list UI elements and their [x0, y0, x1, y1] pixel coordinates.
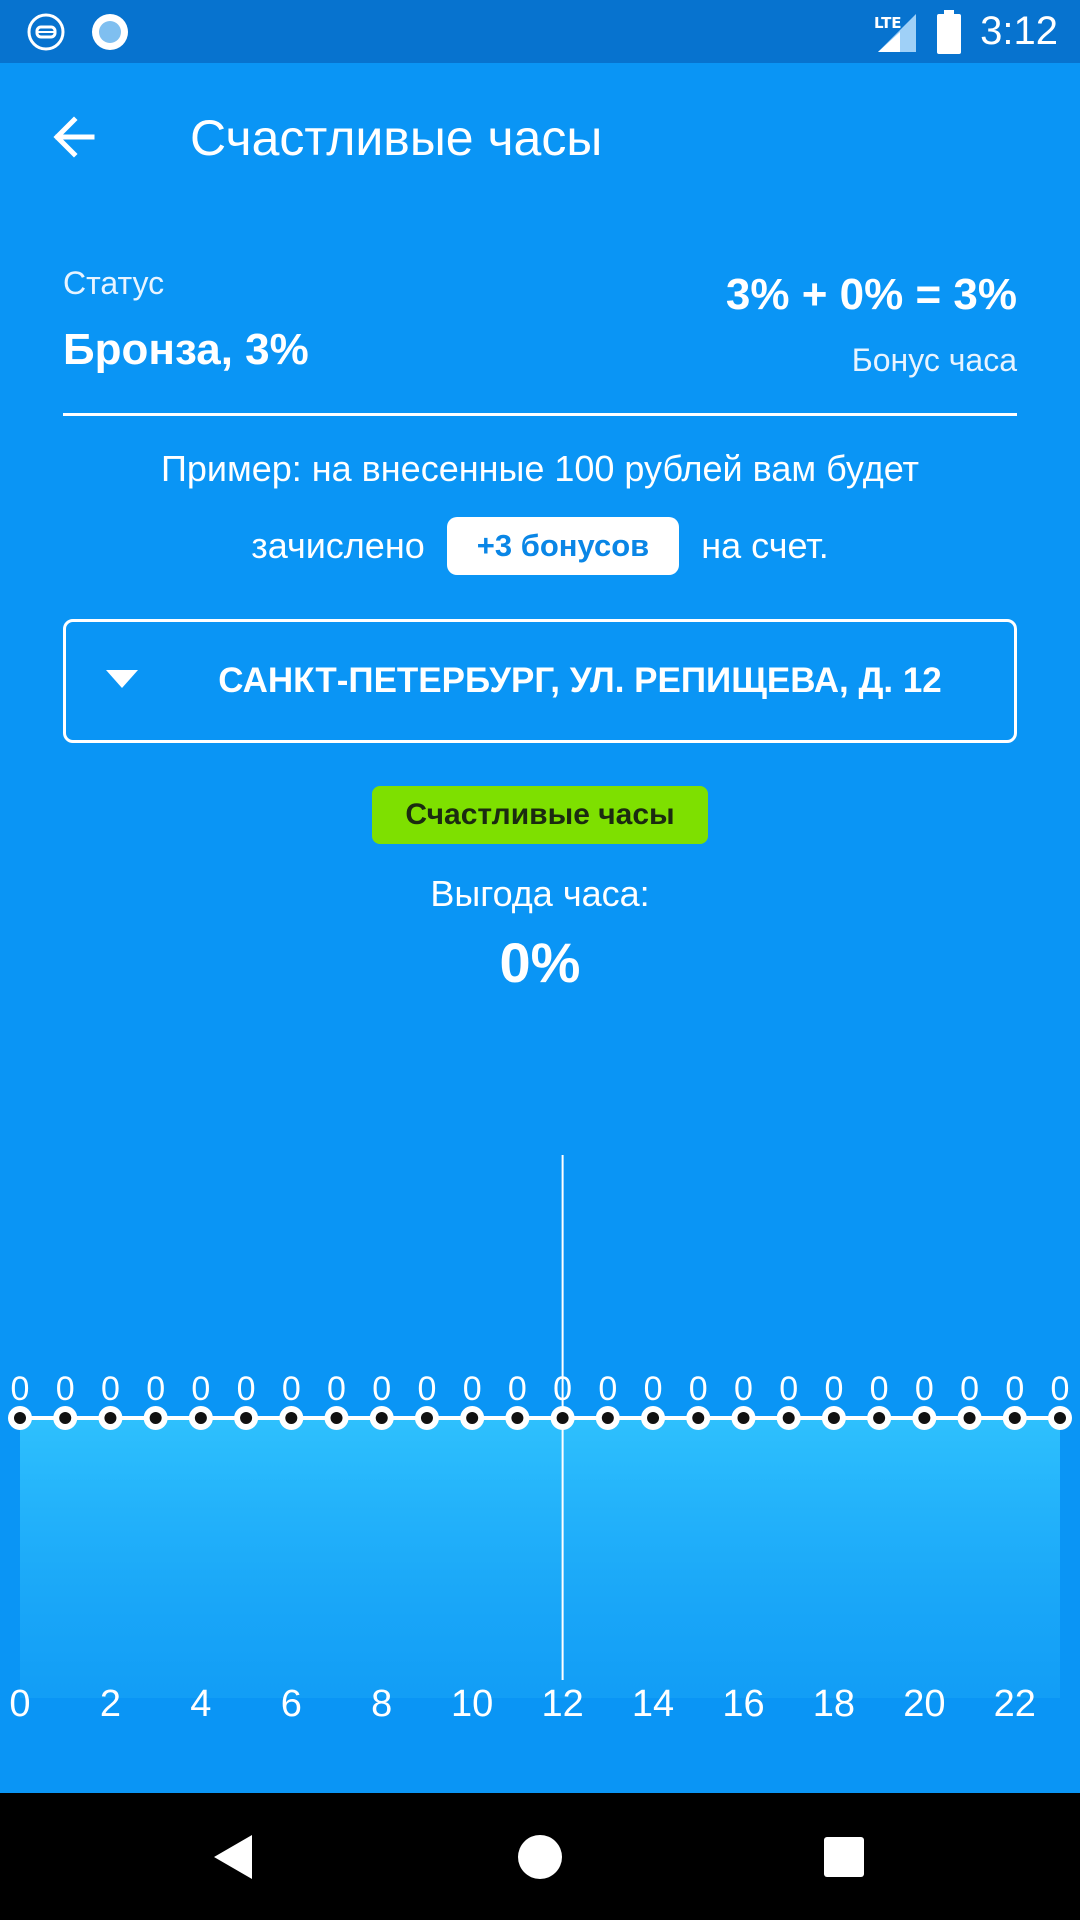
- data-label: 0: [282, 1370, 301, 1408]
- bonus-formula: 3% + 0% = 3%: [725, 270, 1017, 319]
- example-before: зачислено: [251, 525, 425, 566]
- chart-point[interactable]: [414, 1406, 439, 1430]
- navigation-bar: [0, 1793, 1080, 1920]
- status-bar: LTE 3:12: [0, 0, 1080, 63]
- chart-point[interactable]: [1048, 1406, 1072, 1430]
- nav-home-icon[interactable]: [508, 1825, 572, 1889]
- data-label: 0: [915, 1370, 934, 1408]
- chart-point[interactable]: [188, 1406, 213, 1430]
- chart-point[interactable]: [279, 1406, 304, 1430]
- nav-back-icon[interactable]: [202, 1825, 266, 1889]
- data-label: 0: [870, 1370, 889, 1408]
- address-value: САНКТ-ПЕТЕРБУРГ, УЛ. РЕПИЩЕВА, Д. 12: [218, 661, 942, 700]
- x-tick-label: 8: [371, 1683, 392, 1725]
- page-title: Счастливые часы: [190, 110, 603, 166]
- data-label: 0: [553, 1370, 572, 1408]
- data-label: 0: [1005, 1370, 1024, 1408]
- chart-point[interactable]: [641, 1406, 666, 1430]
- chart-point[interactable]: [98, 1406, 123, 1430]
- data-label: 0: [11, 1370, 30, 1408]
- chart-point[interactable]: [53, 1406, 78, 1430]
- data-label: 0: [734, 1370, 753, 1408]
- chart-area: [20, 1418, 1060, 1698]
- status-time: 3:12: [980, 9, 1058, 53]
- x-tick-label: 18: [813, 1683, 855, 1725]
- chart-point[interactable]: [595, 1406, 620, 1430]
- bonus-amount-badge: +3 бонусов: [446, 517, 680, 575]
- data-label: 0: [598, 1370, 617, 1408]
- data-label: 0: [191, 1370, 210, 1408]
- nav-recents-icon[interactable]: [812, 1825, 876, 1889]
- x-tick-label: 22: [994, 1683, 1036, 1725]
- chart-point[interactable]: [369, 1406, 394, 1430]
- data-label: 0: [101, 1370, 120, 1408]
- data-label: 0: [960, 1370, 979, 1408]
- x-tick-label: 2: [100, 1683, 121, 1725]
- app-bar: Счастливые часы: [0, 63, 1080, 213]
- hourly-chart[interactable]: 000000000000000000000000 0 2 4 6 8 10 12 14 16 18…: [0, 1030, 1080, 1750]
- divider: [63, 413, 1017, 416]
- lte-signal-icon: LTE: [874, 13, 917, 52]
- data-label: 0: [1051, 1370, 1070, 1408]
- data-label: 0: [417, 1370, 436, 1408]
- benefit-value: 0%: [499, 931, 581, 994]
- chart-point[interactable]: [460, 1406, 485, 1430]
- x-tick-label: 14: [632, 1683, 674, 1725]
- data-label: 0: [56, 1370, 75, 1408]
- chart-point[interactable]: [1002, 1406, 1027, 1430]
- chart-point[interactable]: [686, 1406, 711, 1430]
- example-text-line2: зачислено +3 бонусов на счет.: [0, 516, 1080, 576]
- example-after: на счет.: [701, 525, 829, 566]
- x-tick-label: 6: [281, 1683, 302, 1725]
- data-label: 0: [327, 1370, 346, 1408]
- chart-point[interactable]: [550, 1406, 575, 1430]
- x-tick-label: 10: [451, 1683, 493, 1725]
- battery-icon: [937, 9, 962, 54]
- data-label: 0: [237, 1370, 256, 1408]
- chart-point[interactable]: [912, 1406, 937, 1430]
- benefit-label: Выгода часа:: [430, 873, 650, 914]
- chart-point[interactable]: [505, 1406, 530, 1430]
- chart-point[interactable]: [143, 1406, 168, 1430]
- chart-point[interactable]: [8, 1406, 32, 1430]
- address-dropdown[interactable]: САНКТ-ПЕТЕРБУРГ, УЛ. РЕПИЩЕВА, Д. 12: [63, 619, 1017, 743]
- x-tick-label: 4: [190, 1683, 211, 1725]
- data-label: 0: [508, 1370, 527, 1408]
- data-label: 0: [146, 1370, 165, 1408]
- chart-point[interactable]: [867, 1406, 892, 1430]
- x-tick-label: 16: [722, 1683, 764, 1725]
- data-label: 0: [779, 1370, 798, 1408]
- status-label: Статус: [63, 265, 165, 301]
- status-value: Бронза, 3%: [63, 325, 309, 374]
- chart-point[interactable]: [324, 1406, 349, 1430]
- happy-hours-button[interactable]: Счастливые часы: [372, 786, 708, 844]
- chart-point[interactable]: [731, 1406, 756, 1430]
- data-label: 0: [644, 1370, 663, 1408]
- chart-point[interactable]: [234, 1406, 259, 1430]
- svg-text:LTE: LTE: [874, 14, 902, 32]
- chart-point[interactable]: [776, 1406, 801, 1430]
- bonus-hour-label: Бонус часа: [851, 342, 1017, 378]
- notification-record-icon: [92, 14, 128, 50]
- chart-point[interactable]: [821, 1406, 846, 1430]
- x-tick-label: 12: [541, 1683, 583, 1725]
- data-label: 0: [824, 1370, 843, 1408]
- x-tick-label: 20: [903, 1683, 945, 1725]
- notification-app-icon: [27, 13, 65, 51]
- data-label: 0: [689, 1370, 708, 1408]
- data-label: 0: [372, 1370, 391, 1408]
- data-label: 0: [463, 1370, 482, 1408]
- x-tick-label: 0: [9, 1683, 30, 1725]
- back-arrow-icon[interactable]: [44, 107, 104, 167]
- chart-point[interactable]: [957, 1406, 982, 1430]
- example-text: Пример: на внесенные 100 рублей вам буде…: [160, 448, 920, 489]
